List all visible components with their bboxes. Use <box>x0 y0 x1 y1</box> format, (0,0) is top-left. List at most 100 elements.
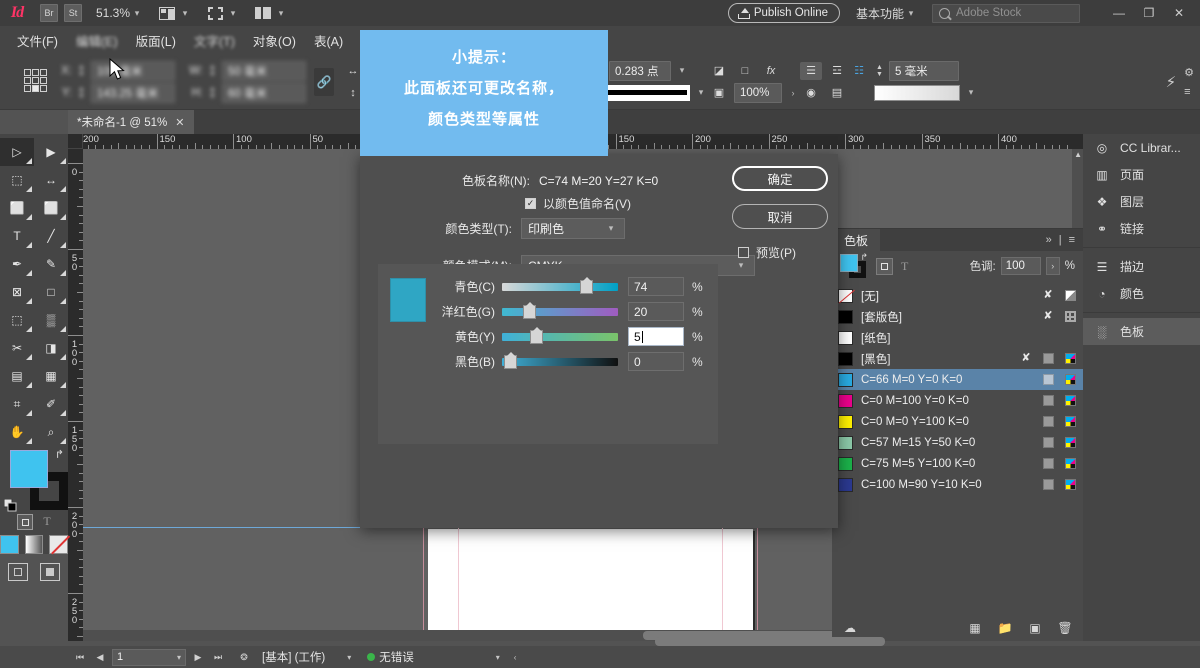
measure-tool[interactable]: ⌗ <box>0 390 34 418</box>
document-tab[interactable]: *未命名-1 @ 51% ✕ <box>68 110 194 134</box>
scroll-up-icon[interactable]: ▲ <box>1074 150 1082 159</box>
master-page-label[interactable]: [基本] (工作) <box>262 649 325 665</box>
menu-edit[interactable]: 编辑(E) <box>67 26 127 54</box>
dock-item-链接[interactable]: ⚭链接 <box>1083 215 1200 242</box>
window-close-button[interactable]: ✕ <box>1164 0 1194 26</box>
swatch-row[interactable]: C=57 M=15 Y=50 K=0 <box>832 432 1083 453</box>
hand-tool[interactable]: ✋ <box>0 418 34 446</box>
opacity-chevron-icon[interactable]: › <box>786 88 800 98</box>
cmyk-slider-knob[interactable] <box>523 305 536 319</box>
screen-mode-icon[interactable] <box>204 4 226 22</box>
panel-swap-icon[interactable]: ↱ <box>860 252 868 263</box>
cmyk-slider-track[interactable] <box>502 308 618 316</box>
reference-point-proxy[interactable] <box>24 69 50 95</box>
tint-input[interactable]: 100 <box>1001 257 1041 275</box>
apply-color-icon[interactable] <box>0 535 19 554</box>
text-wrap-bbox-icon[interactable]: ☲ <box>826 62 848 80</box>
panel-fill-swatch[interactable] <box>840 254 858 272</box>
control-panel-menu-icon[interactable]: ≡ <box>1184 86 1194 98</box>
swatch-name-value[interactable]: C=74 M=20 Y=27 K=0 <box>539 174 658 188</box>
swatch-row[interactable]: [无]✘ <box>832 285 1083 306</box>
default-fill-stroke-icon[interactable] <box>4 499 17 512</box>
previous-page-icon[interactable]: ◀ <box>92 649 108 665</box>
cmyk-slider-track[interactable] <box>502 358 618 366</box>
screen-mode-chevron-icon[interactable]: ▾ <box>226 8 240 19</box>
normal-view-mode-icon[interactable] <box>8 563 28 581</box>
format-container-icon[interactable] <box>17 514 33 530</box>
preview-checkbox[interactable] <box>738 247 749 258</box>
quick-apply-icon[interactable]: ⚡ <box>1166 73 1177 91</box>
menu-table[interactable]: 表(A) <box>305 26 352 54</box>
view-options-chevron-icon[interactable]: ▾ <box>178 8 192 19</box>
zoom-tool[interactable]: ⌕ <box>34 418 68 446</box>
stroke-style-preview[interactable] <box>594 85 690 101</box>
line-tool[interactable]: ╱ <box>34 222 68 250</box>
type-tool[interactable]: T <box>0 222 34 250</box>
content-placer-tool[interactable]: ⬜ <box>34 194 68 222</box>
swatches-panel-tab[interactable]: 色板 <box>832 229 880 251</box>
panel-menu-icon[interactable]: ≡ <box>1069 234 1075 246</box>
dock-item-描边[interactable]: ☰描边 <box>1083 253 1200 280</box>
swatches-list[interactable]: [无]✘[套版色]✘[纸色][黑色]✘C=66 M=0 Y=0 K=0C=0 M… <box>832 285 1083 615</box>
cancel-button[interactable]: 取消 <box>732 204 828 229</box>
selection-tool[interactable]: ▷ <box>0 138 34 166</box>
cmyk-slider-track[interactable] <box>502 333 618 341</box>
scissors-tool[interactable]: ✂ <box>0 334 34 362</box>
document-horizontal-scroll-thumb[interactable] <box>655 637 885 646</box>
ruler-origin[interactable] <box>68 134 83 149</box>
color-type-select[interactable]: 印刷色 ▾ <box>521 218 625 239</box>
swatch-row[interactable]: [黑色]✘ <box>832 348 1083 369</box>
gap-tool[interactable]: ↔ <box>34 166 68 194</box>
view-options-icon[interactable] <box>156 4 178 22</box>
new-color-group-folder-icon[interactable]: 📁 <box>995 619 1015 637</box>
preview-mode-icon[interactable] <box>40 563 60 581</box>
select-container-icon[interactable]: ☷ <box>848 62 870 80</box>
page-tool[interactable]: ⬚ <box>0 166 34 194</box>
delete-swatch-icon[interactable]: 🗑 <box>1055 619 1075 637</box>
next-page-icon[interactable]: ▶ <box>190 649 206 665</box>
ok-button[interactable]: 确定 <box>732 166 828 191</box>
cmyk-value-input[interactable]: 20 <box>628 302 684 321</box>
swatch-row[interactable]: [套版色]✘ <box>832 306 1083 327</box>
constrain-proportions-link-icon[interactable]: 🔗 <box>314 68 334 96</box>
swatch-row[interactable]: C=75 M=5 Y=100 K=0 <box>832 453 1083 474</box>
workspace-switcher[interactable]: 基本功能 <box>856 5 904 22</box>
swatch-row[interactable]: C=100 M=90 Y=10 K=0 <box>832 474 1083 495</box>
swatch-row[interactable]: C=0 M=100 Y=0 K=0 <box>832 390 1083 411</box>
menu-type[interactable]: 文字(T) <box>185 26 244 54</box>
w-stepper[interactable]: ▲▼ <box>207 62 218 80</box>
corner-options-icon[interactable]: ◪ <box>708 62 730 80</box>
gradient-swatch-tool[interactable]: ◨ <box>34 334 68 362</box>
menu-file[interactable]: 文件(F) <box>8 26 67 54</box>
gradient-tool[interactable]: ▤ <box>0 362 34 390</box>
cmyk-slider-knob[interactable] <box>580 280 593 294</box>
vertical-ruler[interactable]: 050100150200250 <box>68 149 83 641</box>
y-stepper[interactable]: ▲▼ <box>76 84 87 102</box>
arrange-chevron-icon[interactable]: ▾ <box>274 8 288 19</box>
h-stepper[interactable]: ▲▼ <box>207 84 218 102</box>
eyedropper-tool[interactable]: ✐ <box>34 390 68 418</box>
free-transform-tool[interactable]: ⬚ <box>0 306 34 334</box>
rectangle-frame-tool[interactable]: ⊠ <box>0 278 34 306</box>
cmyk-value-input[interactable]: 0 <box>628 352 684 371</box>
swatch-row[interactable]: [纸色] <box>832 327 1083 348</box>
x-field[interactable]: 100 毫米 <box>91 61 175 81</box>
rectangle-tool[interactable]: □ <box>34 278 68 306</box>
drop-shadow-icon[interactable]: □ <box>734 62 756 80</box>
close-icon[interactable]: ✕ <box>175 116 184 129</box>
gradient-feather-tool[interactable]: ▒ <box>34 306 68 334</box>
zoom-dropdown-chevron-icon[interactable]: ▾ <box>130 8 144 19</box>
panel-collapse-icon[interactable]: » <box>1046 234 1052 246</box>
dock-item-图层[interactable]: ❖图层 <box>1083 188 1200 215</box>
swatch-row[interactable]: C=0 M=0 Y=100 K=0 <box>832 411 1083 432</box>
workspace-chevron-icon[interactable]: ▾ <box>904 8 918 19</box>
y-field[interactable]: 143.25 毫米 <box>91 83 175 103</box>
direct-selection-tool[interactable]: ▶ <box>34 138 68 166</box>
w-field[interactable]: 50 毫米 <box>222 61 306 81</box>
dock-item-色板[interactable]: ░色板 <box>1083 318 1200 345</box>
apply-gradient-icon[interactable] <box>25 535 44 554</box>
gap-stepper[interactable]: ▲▼ <box>874 62 885 80</box>
text-wrap-object-icon[interactable]: ◉ <box>800 84 822 102</box>
gap-field[interactable]: 5 毫米 <box>889 61 959 81</box>
cmyk-slider-knob[interactable] <box>504 355 517 369</box>
